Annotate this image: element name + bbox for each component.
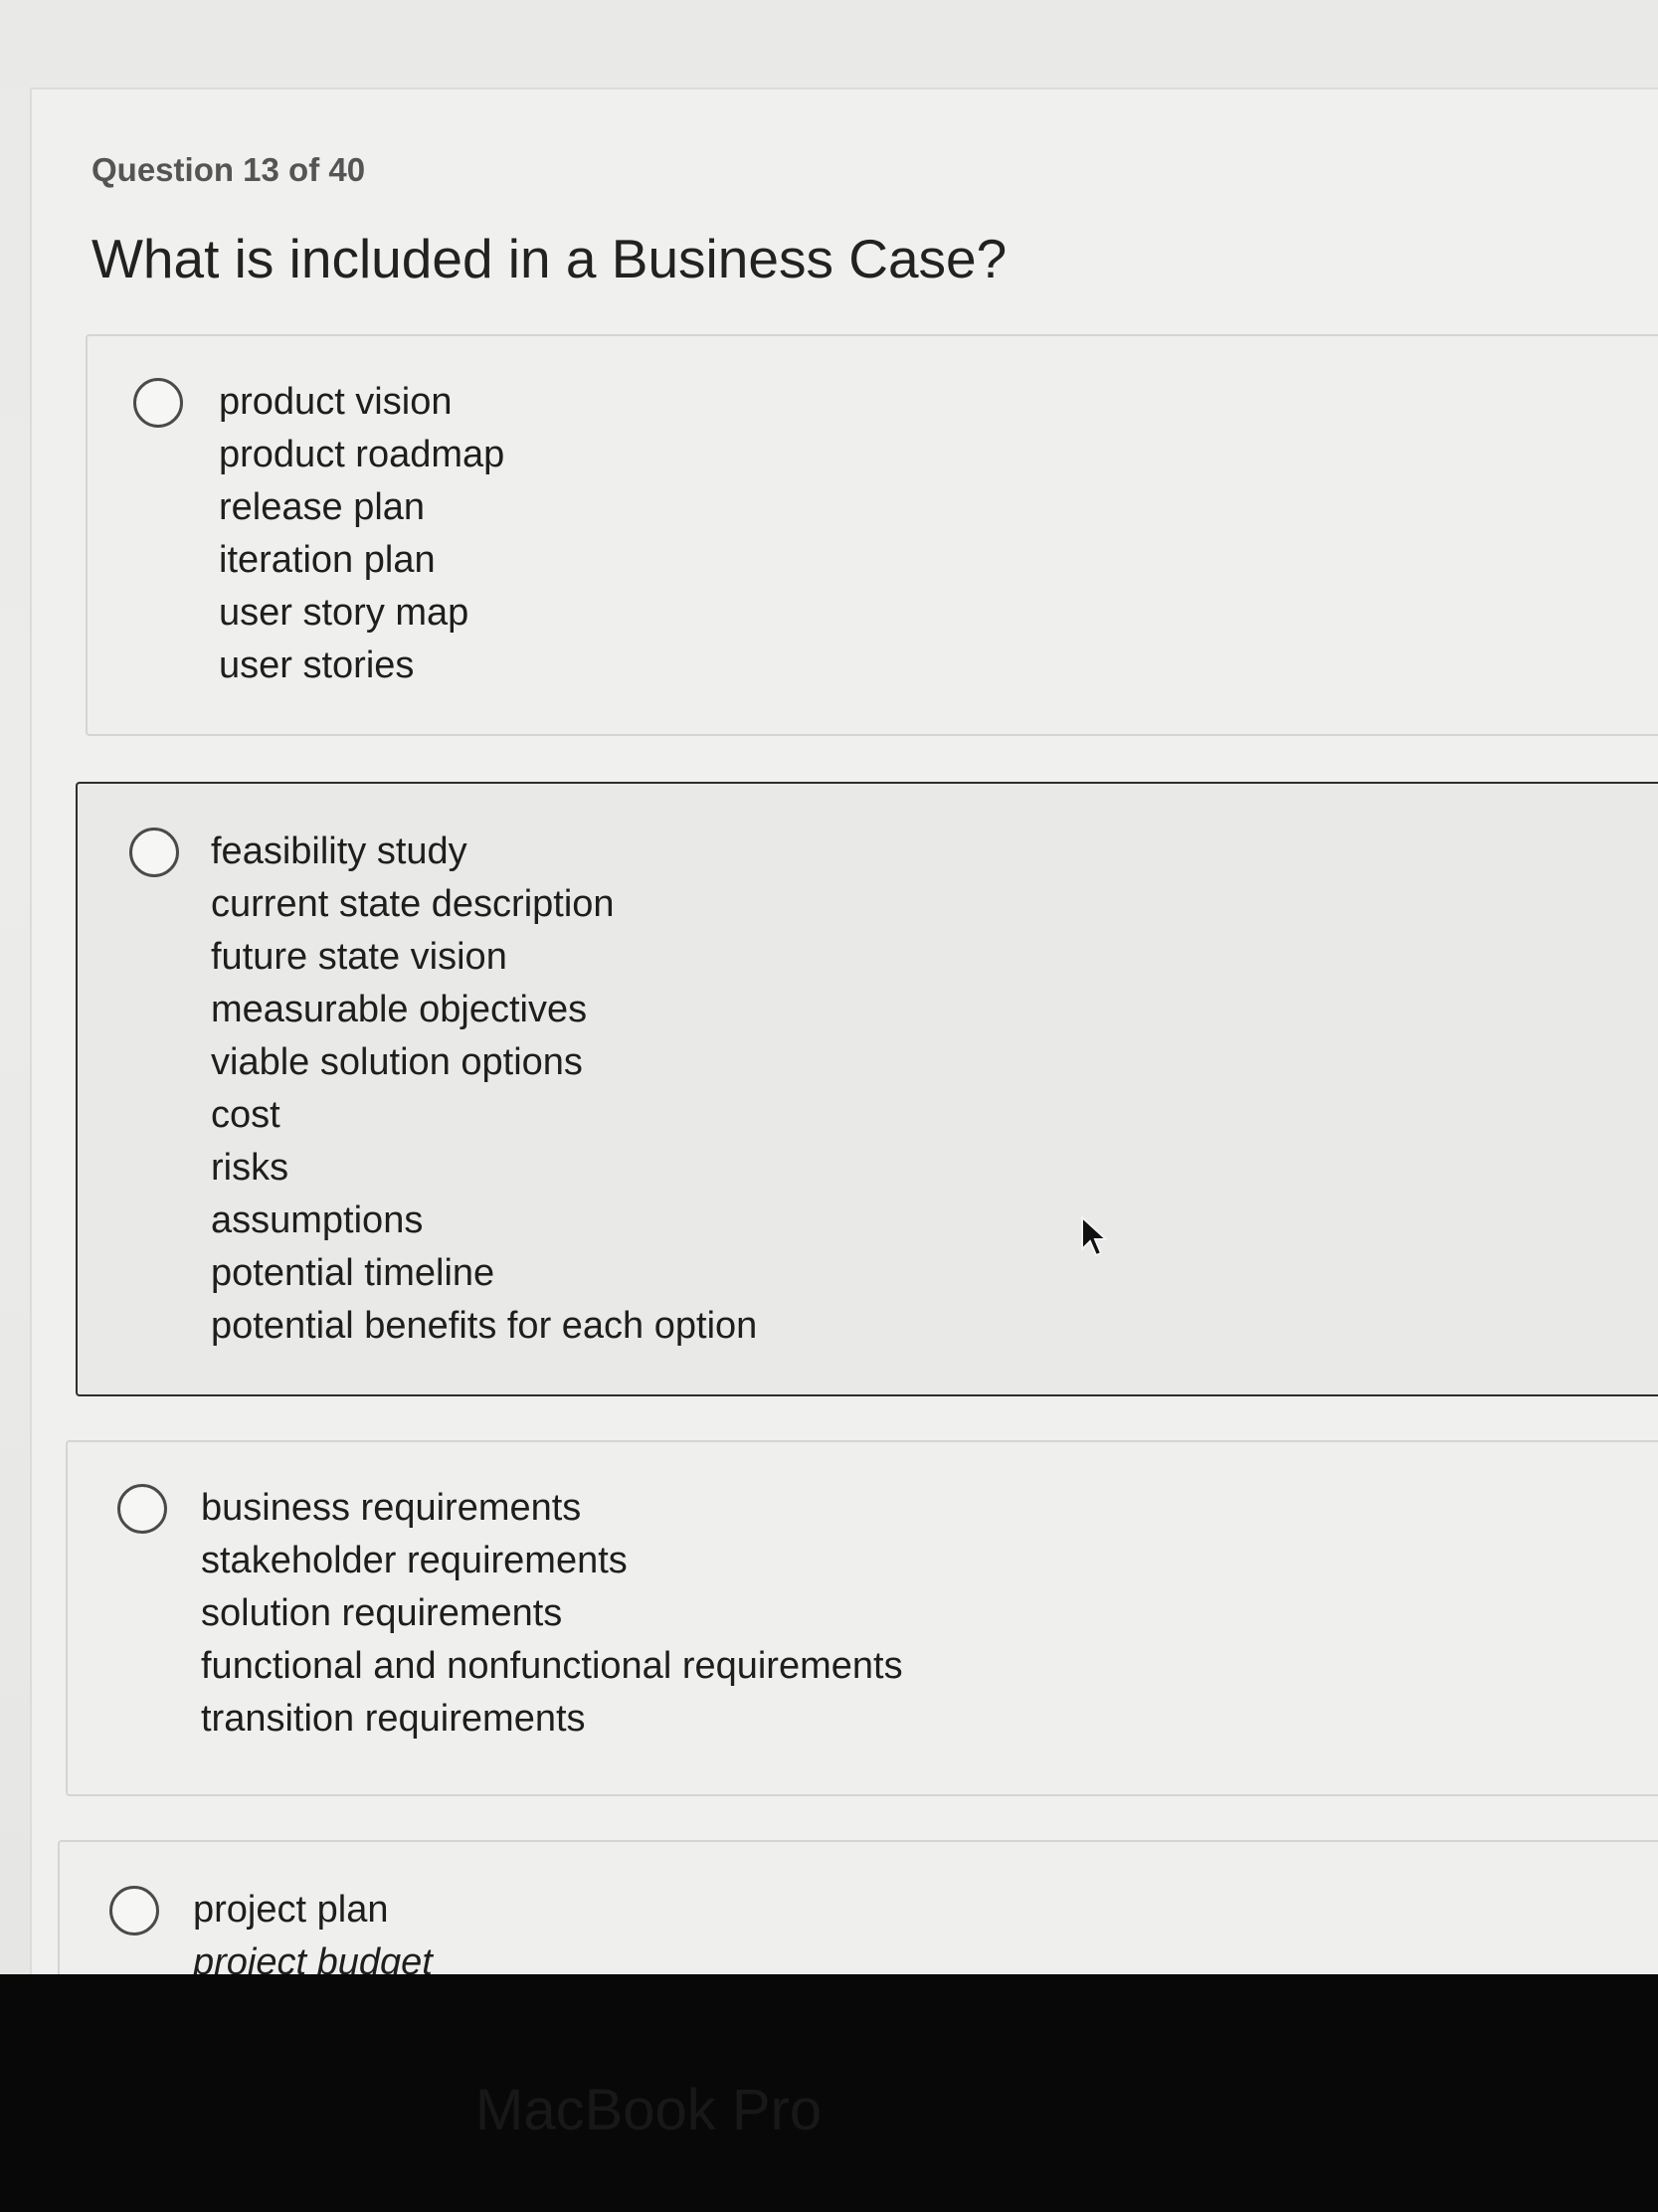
radio-button-icon[interactable] bbox=[129, 828, 179, 877]
option-line: current state description bbox=[211, 883, 615, 925]
radio-button-icon[interactable] bbox=[109, 1886, 159, 1936]
option-line: solution requirements bbox=[201, 1592, 563, 1634]
option-line: future state vision bbox=[211, 936, 507, 978]
laptop-bezel bbox=[0, 1974, 1658, 2212]
radio-button-icon[interactable] bbox=[117, 1484, 167, 1534]
option-line: risks bbox=[211, 1147, 289, 1189]
option-line: user stories bbox=[219, 645, 415, 686]
option-line: product vision bbox=[219, 381, 453, 423]
option-line: stakeholder requirements bbox=[201, 1540, 628, 1581]
option-c-lines: business requirements stakeholder requir… bbox=[201, 1482, 903, 1746]
option-line: transition requirements bbox=[201, 1698, 586, 1740]
option-a-lines: product vision product roadmap release p… bbox=[219, 376, 504, 692]
radio-button-icon[interactable] bbox=[133, 378, 183, 428]
option-line: measurable objectives bbox=[211, 989, 588, 1030]
answer-option-c[interactable]: business requirements stakeholder requir… bbox=[66, 1440, 1658, 1796]
answer-option-b[interactable]: feasibility study current state descript… bbox=[76, 782, 1658, 1396]
question-text: What is included in a Business Case? bbox=[92, 228, 1008, 289]
option-line: product roadmap bbox=[219, 434, 505, 475]
option-d-lines: project plan project budget bbox=[193, 1884, 433, 1974]
option-line: project plan bbox=[193, 1889, 389, 1931]
option-line: functional and nonfunctional requirement… bbox=[201, 1645, 903, 1687]
option-line: assumptions bbox=[211, 1199, 424, 1241]
option-line: project budget bbox=[193, 1941, 433, 1974]
answer-option-d[interactable]: project plan project budget bbox=[58, 1840, 1658, 1974]
option-line: viable solution options bbox=[211, 1041, 583, 1083]
option-line: potential benefits for each option bbox=[211, 1305, 758, 1347]
option-line: user story map bbox=[219, 592, 469, 634]
option-line: potential timeline bbox=[211, 1252, 495, 1294]
option-line: business requirements bbox=[201, 1487, 582, 1529]
option-line: feasibility study bbox=[211, 830, 467, 872]
option-line: iteration plan bbox=[219, 539, 436, 581]
answer-option-a[interactable]: product vision product roadmap release p… bbox=[86, 334, 1658, 736]
mouse-pointer-icon bbox=[1081, 1215, 1107, 1257]
option-line: release plan bbox=[219, 486, 426, 528]
option-b-lines: feasibility study current state descript… bbox=[211, 826, 757, 1353]
macbook-label: MacBook Pro bbox=[475, 2078, 823, 2142]
question-counter: Question 13 of 40 bbox=[92, 151, 366, 188]
option-line: cost bbox=[211, 1094, 280, 1136]
screen: Question 13 of 40 What is included in a … bbox=[0, 0, 1658, 1974]
